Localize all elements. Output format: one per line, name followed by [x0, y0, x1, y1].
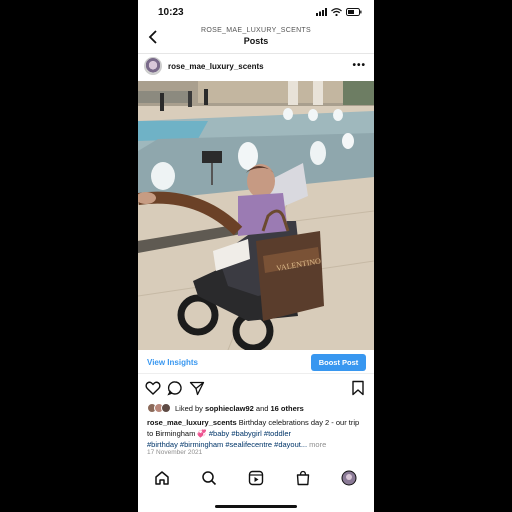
caption-hashtags-1[interactable]: #baby #babygirl #toddler — [209, 429, 291, 438]
likes-others[interactable]: 16 others — [271, 404, 304, 413]
view-insights-link[interactable]: View Insights — [147, 358, 198, 367]
insights-bar: View Insights Boost Post — [138, 352, 374, 374]
boost-post-button[interactable]: Boost Post — [311, 354, 366, 371]
home-icon[interactable] — [154, 470, 170, 486]
avatar[interactable] — [144, 57, 162, 75]
post-caption: rose_mae_luxury_scents Birthday celebrat… — [147, 417, 367, 450]
post-actions — [138, 378, 374, 400]
more-icon[interactable]: ••• — [352, 60, 366, 71]
heart-icon[interactable] — [145, 380, 161, 396]
likes-text[interactable]: Liked by sophieclaw92 and 16 others — [175, 404, 304, 413]
post-date: 17 November 2021 — [147, 449, 203, 456]
instagram-post-screen: 10:23 ROSE_MAE_LUXURY_SCENTS Posts rose_… — [138, 0, 374, 512]
home-indicator — [215, 505, 297, 508]
battery-icon — [346, 8, 362, 16]
wifi-icon — [331, 8, 342, 16]
post-username[interactable]: rose_mae_luxury_scents — [168, 62, 264, 71]
likes-prefix: Liked by — [175, 404, 206, 413]
likes-row: Liked by sophieclaw92 and 16 others — [138, 402, 374, 415]
caption-username[interactable]: rose_mae_luxury_scents — [147, 418, 237, 427]
search-icon[interactable] — [201, 470, 217, 486]
shop-icon[interactable] — [295, 470, 311, 486]
comment-icon[interactable] — [167, 380, 183, 396]
status-icons — [316, 8, 362, 16]
bottom-nav — [138, 465, 374, 493]
liker-avatar — [161, 403, 171, 413]
likes-middle: and — [253, 404, 271, 413]
page-title: Posts — [243, 36, 269, 46]
page-header: ROSE_MAE_LUXURY_SCENTS Posts — [138, 26, 374, 52]
post-photo-image: VALENTINO — [138, 81, 374, 350]
header-username: ROSE_MAE_LUXURY_SCENTS — [201, 27, 311, 34]
profile-icon[interactable] — [341, 470, 357, 486]
caption-more-link[interactable]: more — [307, 440, 326, 449]
reels-icon[interactable] — [248, 470, 264, 486]
bookmark-icon[interactable] — [350, 380, 366, 396]
liker-avatars — [147, 403, 173, 413]
header-divider — [138, 53, 374, 54]
signal-icon — [316, 8, 327, 16]
caption-hashtags-2[interactable]: #birthday #birmingham #sealifecentre #da… — [147, 440, 307, 449]
post-photo[interactable]: VALENTINO — [138, 81, 374, 350]
post-header: rose_mae_luxury_scents ••• — [138, 55, 374, 79]
share-icon[interactable] — [189, 380, 205, 396]
status-time: 10:23 — [158, 7, 184, 18]
likes-user[interactable]: sophieclaw92 — [205, 404, 254, 413]
status-bar: 10:23 — [138, 0, 374, 26]
